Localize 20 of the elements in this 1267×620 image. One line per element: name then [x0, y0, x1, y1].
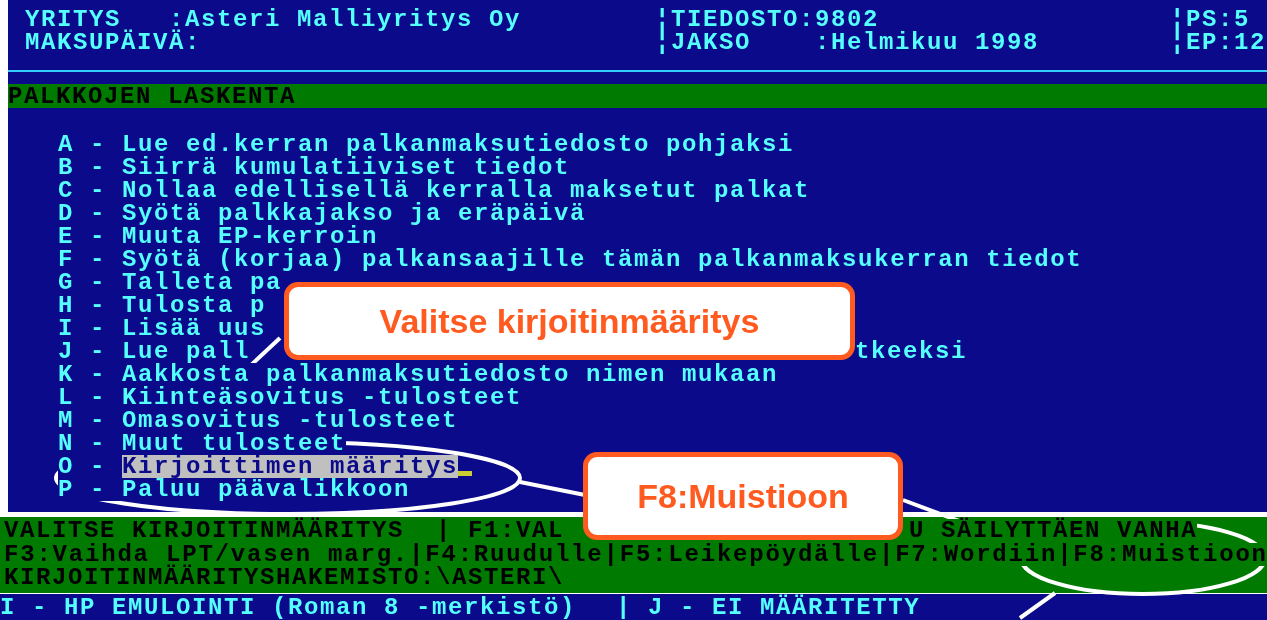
menu-item[interactable]: Tulosta p: [122, 294, 267, 317]
menu-item[interactable]: Syötä palkkajakso ja eräpäivä: [122, 202, 587, 225]
help-text: U SÄILYTTÄEN VANHA: [909, 519, 1198, 543]
printer-option[interactable]: I - HP EMULOINTI (Roman 8 -merkistö): [0, 595, 577, 619]
callout-text: Valitse kirjoitinmääritys: [379, 300, 760, 342]
printer-option[interactable]: | J - EI MÄÄRITETTY: [616, 595, 921, 619]
help-text: VALITSE KIRJOITINMÄÄRITYS | F1:VAL: [4, 519, 565, 543]
menu-item[interactable]: Talleta pa: [122, 271, 283, 294]
section-title: PALKKOJEN LASKENTA: [8, 84, 297, 108]
header-text: ¦JAKSO :Helmikuu 1998: [655, 31, 1041, 54]
header-text: MAKSUPÄIVÄ:: [25, 31, 203, 54]
header-text: ¦TIEDOSTO:9802: [655, 8, 880, 31]
menu-key: P -: [58, 478, 122, 501]
text-cursor: [458, 471, 473, 476]
menu-key: O -: [58, 455, 122, 478]
header-text: ¦PS:5: [1170, 8, 1250, 31]
menu-item[interactable]: Lue ed.kerran palkanmaksutiedosto pohjaksi: [122, 133, 795, 156]
header-text: ¦EP:12: [1170, 31, 1266, 54]
callout-text: F8:Muistioon: [637, 475, 849, 517]
menu-key: N -: [58, 432, 122, 455]
